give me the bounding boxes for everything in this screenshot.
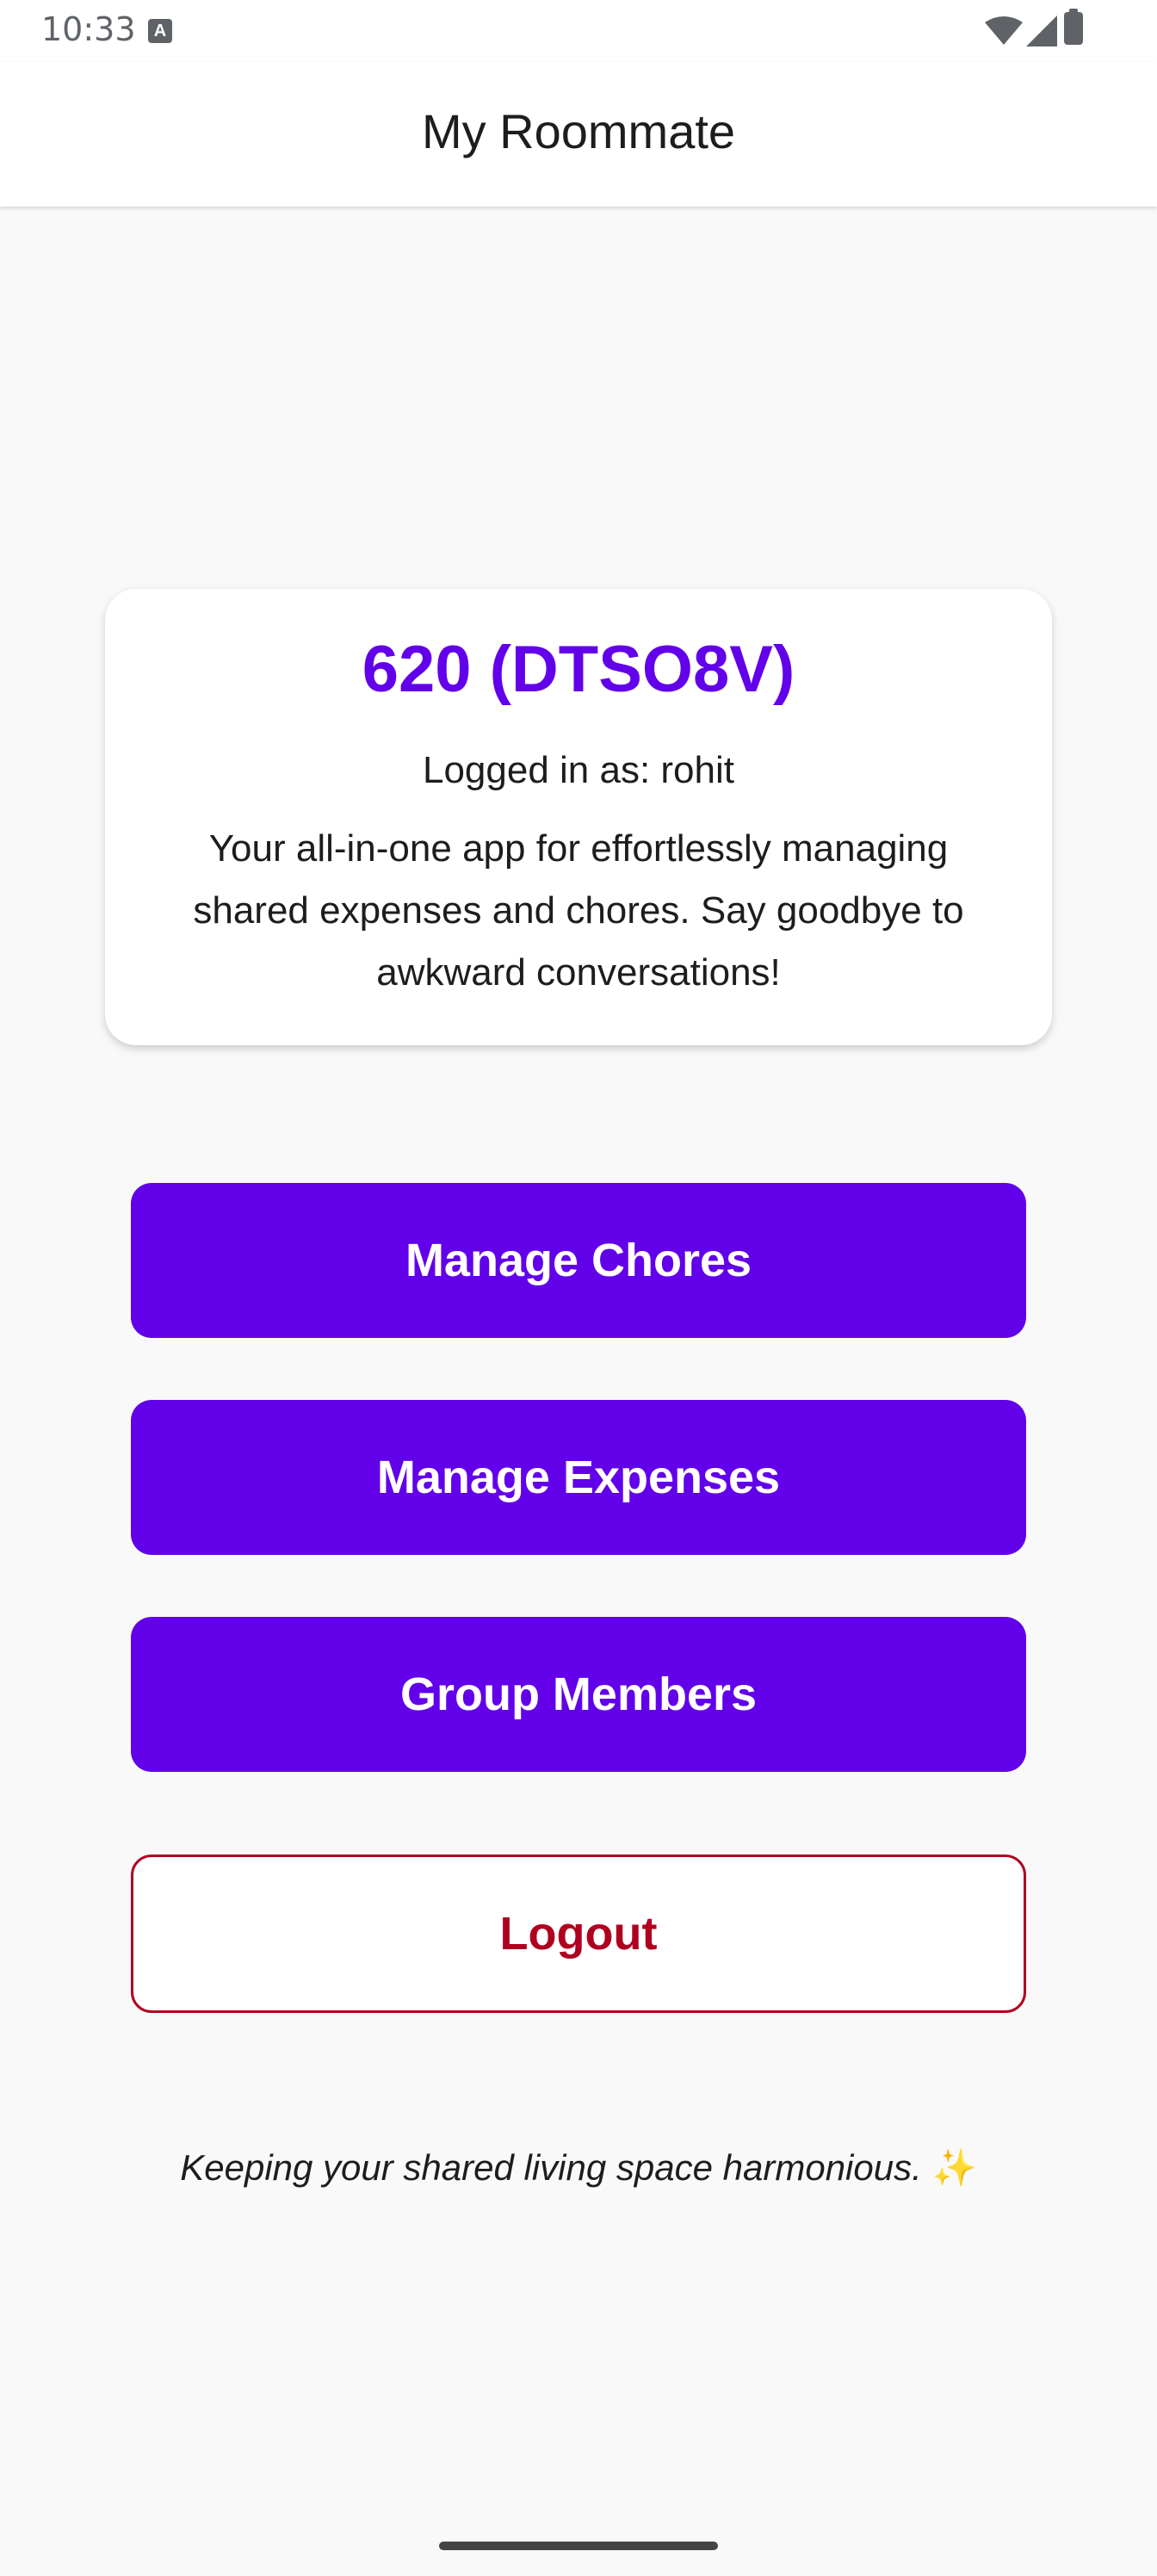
app-bar: My Roommate (0, 62, 1157, 207)
logged-in-label: Logged in as: rohit (422, 749, 735, 791)
sparkle-icon: ✨ (931, 2147, 977, 2188)
status-bar: 10:33 A (0, 0, 1157, 62)
notification-a-icon: A (148, 19, 172, 43)
group-members-button[interactable]: Group Members (131, 1617, 1026, 1772)
status-time: 10:33 (41, 10, 136, 48)
footer-text: Keeping your shared living space harmoni… (180, 2147, 922, 2188)
group-title: 620 (DTSO8V) (362, 633, 795, 706)
app-description: Your all-in-one app for effortlessly man… (193, 827, 964, 994)
system-icons (985, 0, 1157, 62)
signal-icon (1026, 15, 1057, 46)
home-indicator[interactable] (439, 2542, 718, 2550)
group-info-card: 620 (DTSO8V) Logged in as: rohit Your al… (105, 589, 1052, 1045)
manage-expenses-button[interactable]: Manage Expenses (131, 1400, 1026, 1555)
app-title: My Roommate (421, 104, 736, 158)
manage-chores-button[interactable]: Manage Chores (131, 1183, 1026, 1338)
logout-button[interactable]: Logout (131, 1855, 1026, 2013)
wifi-icon (985, 16, 1023, 45)
battery-icon (1064, 9, 1083, 45)
footer-tagline: Keeping your shared living space harmoni… (0, 2147, 1157, 2189)
